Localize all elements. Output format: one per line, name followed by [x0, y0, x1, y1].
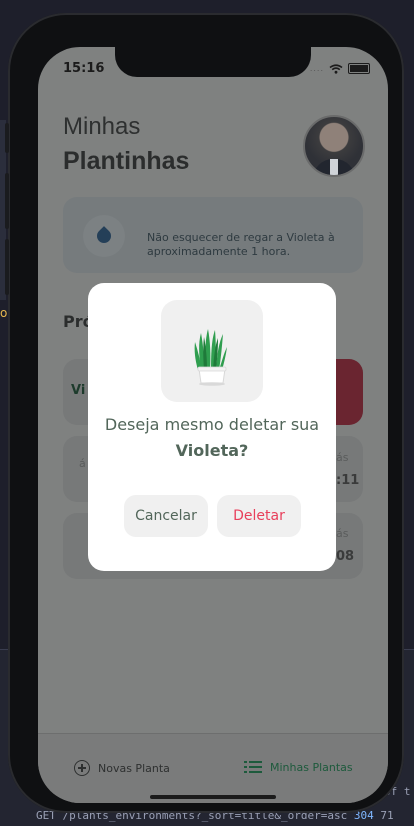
phone-frame: 15:16 .... Minhas Plantinhas Não esquece…	[5, 13, 404, 813]
plant-card-2-time-label: ás	[336, 451, 349, 464]
plant-card-3-time-label: ás	[336, 527, 349, 540]
plant-card-2-time: :11	[336, 473, 360, 488]
cancel-button[interactable]: Cancelar	[124, 495, 208, 537]
avatar-shirt	[330, 159, 338, 175]
signal-icon: ....	[309, 64, 324, 73]
battery-icon	[348, 63, 370, 74]
tab-my-plants[interactable]: Minhas Plantas	[244, 760, 353, 774]
avatar[interactable]	[303, 115, 365, 177]
notch	[115, 47, 311, 77]
tab-new-plant[interactable]: Novas Planta	[74, 760, 170, 776]
plant-card-3-time: 08	[336, 549, 355, 564]
greeting-line1: Minhas	[63, 113, 141, 140]
status-time: 15:16	[63, 61, 105, 76]
delete-button[interactable]: Deletar	[217, 495, 301, 537]
modal-question: Deseja mesmo deletar sua	[104, 415, 320, 434]
mute-switch	[5, 123, 9, 153]
tab-my-plants-label: Minhas Plantas	[270, 760, 353, 774]
wifi-icon	[329, 63, 343, 74]
water-tip-card: Não esquecer de regar a Violeta à aproxi…	[63, 197, 363, 273]
status-icons: ....	[310, 63, 370, 74]
list-icon	[244, 760, 262, 774]
tab-new-plant-label: Novas Planta	[98, 761, 170, 775]
plus-circle-icon	[74, 760, 90, 776]
background-char: o	[0, 306, 8, 320]
plant-icon	[194, 329, 227, 386]
volume-down-button	[5, 239, 9, 295]
plant-image-box	[161, 300, 263, 402]
home-indicator[interactable]	[150, 795, 276, 799]
volume-up-button	[5, 173, 9, 229]
greeting-line2: Plantinhas	[63, 147, 190, 175]
app-screen: 15:16 .... Minhas Plantinhas Não esquece…	[38, 47, 388, 803]
delete-confirm-modal: Deseja mesmo deletar sua Violeta? Cancel…	[88, 283, 336, 571]
modal-plant-name: Violeta?	[175, 441, 249, 460]
water-tip-text: Não esquecer de regar a Violeta à aproxi…	[147, 231, 335, 258]
plant-card-2-text: á	[79, 457, 86, 470]
plant-card-1-name: Vi	[71, 383, 86, 398]
bottom-tab-bar: Novas Planta Minhas Plantas	[38, 733, 388, 803]
terminal-trail: 71	[380, 809, 394, 822]
